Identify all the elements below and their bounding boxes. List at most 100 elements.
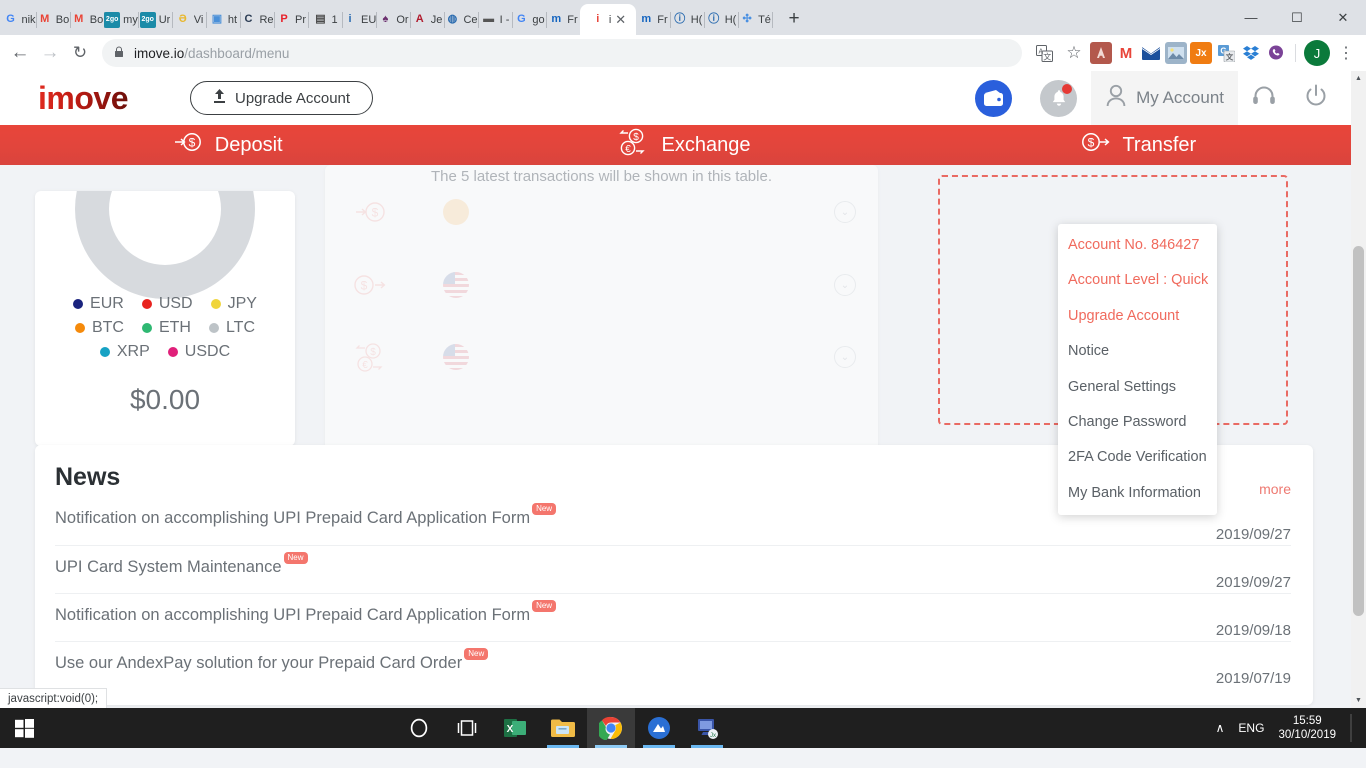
nav-deposit[interactable]: $ Deposit [0,130,455,160]
notifications-button[interactable] [1026,71,1091,125]
logout-button[interactable] [1290,71,1342,125]
jx-extension[interactable]: Jx [1190,42,1212,64]
address-bar[interactable]: imove.io/dashboard/menu [102,39,1022,67]
tab-title: Fr [567,13,578,26]
show-desktop-button[interactable] [1350,714,1352,742]
nord-vpn-icon[interactable] [635,708,683,748]
scroll-down-arrow-icon[interactable]: ▼ [1351,693,1366,708]
excel-icon[interactable]: X [491,708,539,748]
image-extension[interactable] [1165,42,1187,64]
close-window-button[interactable]: ✕ [1320,2,1366,34]
forward-icon[interactable]: → [36,39,64,67]
account-menu-item[interactable]: My Bank Information [1058,476,1217,511]
tab-title: nik [21,13,36,26]
account-menu-item[interactable]: Account No. 846427 [1058,228,1217,263]
my-account-label: My Account [1136,88,1224,107]
account-menu-item[interactable]: Notice [1058,334,1217,369]
close-tab-icon[interactable]: ✕ [615,13,626,26]
browser-tab[interactable]: ▤ 1 [308,4,343,35]
browser-tab[interactable]: m Fr [546,4,581,35]
taskbar-apps: X Jx [395,708,731,748]
google-translate-extension[interactable]: G文 [1215,42,1237,64]
browser-tab[interactable]: Ə Vi [172,4,207,35]
profile-avatar[interactable]: J [1304,40,1330,66]
account-menu-item[interactable]: Change Password [1058,405,1217,440]
account-menu-item[interactable]: Upgrade Account [1058,299,1217,334]
tray-language[interactable]: ENG [1238,721,1264,735]
browser-tab[interactable]: ◍ Ce [444,4,479,35]
file-explorer-icon[interactable] [539,708,587,748]
maximize-button[interactable]: ☐ [1274,2,1320,34]
browser-tab[interactable]: 2go Ur [138,4,173,35]
wallet-button[interactable] [961,71,1026,125]
legend-item: ETH [141,319,191,337]
chevron-down-icon[interactable]: ⌄ [834,201,856,223]
browser-tab[interactable]: ✣ Té [738,4,773,35]
scrollbar-thumb[interactable] [1353,246,1364,616]
chrome-menu-icon[interactable]: ⋮ [1332,39,1360,67]
reload-icon[interactable]: ↻ [66,39,94,67]
my-account-button[interactable]: My Account [1091,71,1238,125]
chevron-down-icon[interactable]: ⌄ [834,346,856,368]
dropbox-icon: ✣ [742,13,752,25]
browser-tab[interactable]: ▬ I - [478,4,513,35]
upgrade-account-button[interactable]: Upgrade Account [189,81,374,115]
news-item[interactable]: Notification on accomplishing UPI Prepai… [55,593,1291,641]
m-icon: m [641,13,652,25]
minimize-button[interactable]: — [1228,2,1274,34]
scroll-up-arrow-icon[interactable]: ▲ [1351,71,1366,86]
svg-text:$: $ [370,347,376,358]
translate-icon[interactable]: 文A [1030,39,1058,67]
bookmark-star-icon[interactable]: ☆ [1060,39,1088,67]
chrome-icon[interactable] [587,708,635,748]
back-icon[interactable]: ← [6,39,34,67]
support-button[interactable] [1238,71,1290,125]
nav-exchange[interactable]: $ € Exchange [455,127,910,163]
news-item[interactable]: UPI Card System Maintenance New 2019/09/27 [55,545,1291,593]
account-menu-item[interactable]: 2FA Code Verification [1058,440,1217,475]
new-badge: New [532,503,557,515]
tray-chevron-up-icon[interactable]: ∧ [1216,721,1225,735]
task-view-icon[interactable] [443,708,491,748]
google-icon: G [6,13,15,25]
browser-tab[interactable]: Ggo [512,4,547,35]
remote-desktop-icon[interactable]: Jx [683,708,731,748]
chevron-down-icon[interactable]: ⌄ [834,274,856,296]
page-scrollbar[interactable]: ▲ ▼ [1351,71,1366,708]
dropbox-extension[interactable] [1240,42,1262,64]
browser-tab[interactable]: C Re [240,4,275,35]
news-more-link[interactable]: more [1259,481,1291,497]
gmail-extension[interactable]: M [1115,42,1137,64]
browser-tab[interactable]: i EU [342,4,377,35]
browser-tab[interactable]: ▣ ht [206,4,241,35]
table-row[interactable]: $ € ⌄ [325,320,878,394]
adobe-acrobat-extension[interactable] [1090,42,1112,64]
legend-color-dot [167,347,178,357]
browser-tab[interactable]: m Fr [636,4,671,35]
browser-tab[interactable]: P Pr [274,4,309,35]
browser-tab[interactable]: ⓘ H( [670,4,705,35]
table-row[interactable]: $ ⌄ [325,248,878,322]
browser-tab[interactable]: 2go my [104,4,139,35]
account-menu-item[interactable]: Account Level : Quick [1058,263,1217,298]
windows-start-icon[interactable] [0,708,48,748]
browser-tab[interactable]: ♠ Or [376,4,411,35]
table-row[interactable]: $ ⌄ [325,175,878,249]
new-tab-button[interactable]: + [780,5,808,33]
browser-tab[interactable]: Gnik [2,4,37,35]
viber-extension[interactable] [1265,42,1287,64]
imove-logo[interactable]: imove [38,82,128,114]
browser-tab[interactable]: M Bo [70,4,105,35]
tab-title: Pr [295,13,306,26]
account-menu-item[interactable]: General Settings [1058,370,1217,405]
mail-extension[interactable] [1140,42,1162,64]
nav-transfer[interactable]: $ Transfer [911,130,1366,160]
browser-tab[interactable]: M Bo [36,4,71,35]
browser-tab[interactable]: ⓘ H( [704,4,739,35]
browser-tab[interactable]: i i ✕ [580,4,636,35]
url-path: /dashboard/menu [184,45,290,61]
taskbar-clock[interactable]: 15:59 30/10/2019 [1278,714,1336,743]
browser-tab[interactable]: A Je [410,4,445,35]
cortana-icon[interactable] [395,708,443,748]
news-item[interactable]: Use our AndexPay solution for your Prepa… [55,641,1291,689]
